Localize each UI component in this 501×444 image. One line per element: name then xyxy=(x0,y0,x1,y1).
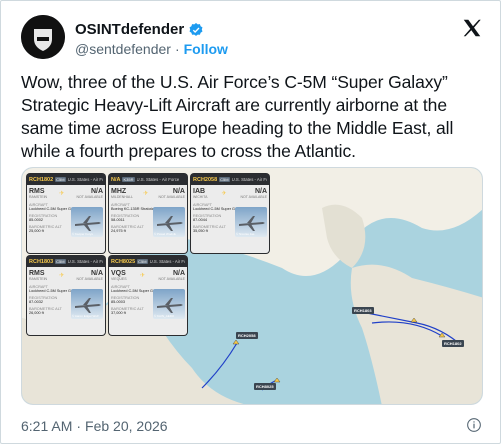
card-callsign: RCH2058 xyxy=(193,176,218,183)
x-logo-icon[interactable] xyxy=(461,17,483,39)
flight-card[interactable]: N/A K35R U.S. States - Air Force MHZ MILDENH… xyxy=(109,174,187,253)
card-to: N/A xyxy=(90,270,103,277)
card-to-sub: NOT AVAILABLE xyxy=(240,195,267,199)
card-to: N/A xyxy=(172,188,185,195)
plane-icon: ✈ xyxy=(140,273,146,279)
plane-icon: ✈ xyxy=(59,191,65,197)
follow-button[interactable]: Follow xyxy=(184,41,228,57)
card-callsign: RCH8025 xyxy=(111,258,136,265)
card-from-city: VIEQUES xyxy=(111,277,127,281)
card-photo-credit: © KAIN_AERO xyxy=(154,314,175,318)
card-airline: U.S. States - Air Force xyxy=(149,259,185,264)
flight-label[interactable]: RCH2058 xyxy=(236,332,258,339)
flight-label[interactable]: RCH8025 xyxy=(254,383,276,390)
flight-card[interactable]: RCH1802C5MU.S. States - Air Force RMSRAMS… xyxy=(27,174,105,253)
card-type: C5M xyxy=(55,177,66,182)
card-from: MHZ xyxy=(111,188,127,195)
card-airline: U.S. States - Air Force xyxy=(67,177,103,182)
aircraft-photo: © Nicolas Jas xyxy=(235,207,267,237)
plane-icon: ✈ xyxy=(221,191,227,197)
card-from-city: RAMSTEIN xyxy=(29,277,48,281)
plane-icon: ✈ xyxy=(143,191,149,197)
card-to: N/A xyxy=(172,270,185,277)
flight-label[interactable]: RCH1803 xyxy=(352,307,374,314)
post-text: Wow, three of the U.S. Air Force’s C-5M … xyxy=(21,72,454,161)
card-to-sub: NOT AVAILABLE xyxy=(76,195,103,199)
card-from-city: WICHITA xyxy=(193,195,208,199)
card-callsign: RCH1803 xyxy=(29,258,54,265)
card-from-city: RAMSTEIN xyxy=(29,195,48,199)
card-airline: U.S. States - Air Force xyxy=(136,177,180,182)
info-icon[interactable] xyxy=(466,417,482,433)
card-callsign: N/A xyxy=(111,176,121,183)
separator-dot: · xyxy=(76,418,82,434)
display-name[interactable]: OSINTdefender xyxy=(75,21,184,38)
card-from: RMS xyxy=(29,270,45,277)
media-image[interactable]: RCH2058 RCH8025 RCH1803 RCH2058 RCH1802 … xyxy=(21,167,483,405)
post-time[interactable]: 6:21 AM xyxy=(21,418,72,434)
aircraft-photo: © KAIN_AERO xyxy=(153,289,185,319)
separator-dot: · xyxy=(174,41,180,57)
flight-card[interactable]: RCH1803C5MU.S. States - Air Force RMSRAMS… xyxy=(27,256,105,335)
card-airline: U.S. States - Air Force xyxy=(67,259,103,264)
handle[interactable]: @sentdefender xyxy=(75,41,171,57)
post-card: OSINTdefender @sentdefender · Follow Wow… xyxy=(0,0,501,444)
aircraft-photo: © Pawel Wodnik xyxy=(153,207,185,237)
aircraft-photo: © Aaron Edgar Wolf xyxy=(71,289,103,319)
card-to: N/A xyxy=(90,188,103,195)
card-from: RMS xyxy=(29,188,45,195)
post-date[interactable]: Feb 20, 2026 xyxy=(85,418,168,434)
card-type: C5M xyxy=(219,177,230,182)
card-type: K35R xyxy=(122,177,135,182)
flight-label[interactable]: RCH1802 xyxy=(442,340,464,347)
verified-badge-icon xyxy=(189,22,203,36)
card-type: C5M xyxy=(55,259,66,264)
flight-card[interactable]: RCH2058C5MU.S. States - Air Force IABWICH… xyxy=(191,174,269,253)
card-photo-credit: © Kacper Forys xyxy=(72,232,93,236)
card-to-sub: NOT AVAILABLE xyxy=(76,277,103,281)
card-callsign: RCH1802 xyxy=(29,176,54,183)
flight-card[interactable]: RCH8025C5MU.S. States - Air Force VQSVIEQ… xyxy=(109,256,187,335)
card-to-sub: NOT AVAILABLE xyxy=(158,195,185,199)
card-photo-credit: © Aaron Edgar Wolf xyxy=(72,314,99,318)
card-from: IAB xyxy=(193,188,206,195)
avatar[interactable] xyxy=(21,15,65,59)
card-photo-credit: © Pawel Wodnik xyxy=(154,232,176,236)
card-type: C5M xyxy=(137,259,148,264)
aircraft-photo: © Kacper Forys xyxy=(71,207,103,237)
card-from: VQS xyxy=(111,270,126,277)
card-from-city: MILDENHALL xyxy=(111,195,133,199)
post-footer: 6:21 AM · Feb 20, 2026 xyxy=(21,418,168,434)
plane-icon: ✈ xyxy=(59,273,65,279)
card-to: N/A xyxy=(254,188,267,195)
card-to-sub: NOT AVAILABLE xyxy=(158,277,185,281)
card-airline: U.S. States - Air Force xyxy=(231,177,267,182)
post-header: OSINTdefender @sentdefender · Follow xyxy=(21,15,483,61)
card-photo-credit: © Nicolas Jas xyxy=(236,232,255,236)
